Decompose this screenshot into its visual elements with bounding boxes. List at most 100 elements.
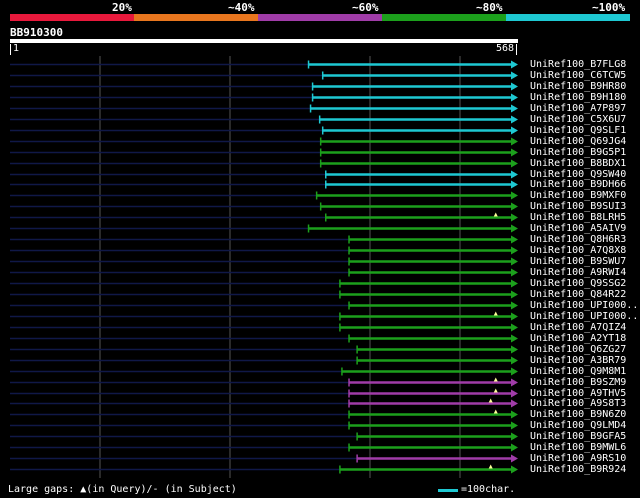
scale-key-bar [438, 489, 458, 492]
hit-label-link[interactable]: UniRef100_B9SZM9 [530, 377, 626, 388]
hit-row[interactable] [10, 356, 518, 365]
hit-label-link[interactable]: UniRef100_Q9SLF1 [530, 125, 626, 136]
query-gap-icon [493, 311, 498, 316]
hit-row[interactable] [10, 202, 518, 211]
hit-label-link[interactable]: UniRef100_C5X6U7 [530, 114, 626, 125]
hit-label-link[interactable]: UniRef100_B9R924 [530, 464, 626, 475]
hit-end-arrow-icon [511, 312, 518, 321]
hit-end-arrow-icon [511, 410, 518, 419]
hit-end-arrow-icon [511, 421, 518, 430]
hit-label-link[interactable]: UniRef100_B9H180 [530, 92, 626, 103]
hit-end-arrow-icon [511, 334, 518, 343]
hit-row[interactable] [10, 290, 518, 299]
hit-label-link[interactable]: UniRef100_Q8H6R3 [530, 234, 626, 245]
hit-end-arrow-icon [511, 399, 518, 408]
hit-row[interactable] [10, 301, 518, 310]
hit-row[interactable] [10, 464, 518, 474]
hit-row[interactable] [10, 345, 518, 354]
hit-row[interactable] [10, 235, 518, 244]
hit-label-link[interactable]: UniRef100_A9S8T3 [530, 398, 626, 409]
hit-label-link[interactable]: UniRef100_Q69JG4 [530, 136, 626, 147]
hit-end-arrow-icon [511, 137, 518, 146]
hit-label-link[interactable]: UniRef100_Q9M8M1 [530, 366, 626, 377]
in-subject-label: (in Subject) [158, 484, 237, 495]
hit-row[interactable] [10, 334, 518, 343]
query-gap-icon [488, 398, 493, 403]
hit-label-link[interactable]: UniRef100_B9GFA5 [530, 431, 626, 442]
hit-label-link[interactable]: UniRef100_A9RWI4 [530, 267, 626, 278]
hit-end-arrow-icon [511, 279, 518, 288]
hit-row[interactable] [10, 432, 518, 441]
hit-end-arrow-icon [511, 432, 518, 441]
hit-label-link[interactable]: UniRef100_C6TCW5 [530, 70, 626, 81]
hit-label-link[interactable]: UniRef100_B8LRH5 [530, 212, 626, 223]
hit-row[interactable] [10, 104, 518, 113]
hit-row[interactable] [10, 159, 518, 168]
hit-row[interactable] [10, 148, 518, 157]
hit-row[interactable] [10, 377, 518, 387]
hit-label-link[interactable]: UniRef100_A2YT18 [530, 333, 626, 344]
hit-row[interactable] [10, 82, 518, 91]
hit-row[interactable] [10, 311, 518, 321]
hit-row[interactable] [10, 421, 518, 430]
hit-label-link[interactable]: UniRef100_A7P897 [530, 103, 626, 114]
hit-row[interactable] [10, 191, 518, 200]
hit-label-link[interactable]: UniRef100_A5AIV9 [530, 223, 626, 234]
hit-end-arrow-icon [511, 378, 518, 387]
hit-row[interactable] [10, 180, 518, 189]
hit-label-link[interactable]: UniRef100_Q84R22 [530, 289, 626, 300]
hit-row[interactable] [10, 126, 518, 135]
hit-row[interactable] [10, 409, 518, 419]
hit-row[interactable] [10, 71, 518, 80]
hit-label-link[interactable]: UniRef100_B8BDX1 [530, 158, 626, 169]
hit-row[interactable] [10, 323, 518, 332]
hit-row[interactable] [10, 454, 518, 463]
hit-label-link[interactable]: UniRef100_B9MWL6 [530, 442, 626, 453]
hit-row[interactable] [10, 443, 518, 452]
hit-row[interactable] [10, 398, 518, 408]
hit-label-link[interactable]: UniRef100_B9SUI3 [530, 201, 626, 212]
hit-label-link[interactable]: UniRef100_A9RS10 [530, 453, 626, 464]
hit-end-arrow-icon [511, 290, 518, 299]
hit-label-link[interactable]: UniRef100_Q9LMD4 [530, 420, 626, 431]
hit-row[interactable] [10, 60, 518, 69]
hit-label-link[interactable]: UniRef100_B9DH66 [530, 179, 626, 190]
footer-legend: Large gaps: ▲(in Query)/- (in Subject) [8, 484, 237, 495]
hit-row[interactable] [10, 279, 518, 288]
hit-label-link[interactable]: UniRef100_UPI000.. [530, 300, 638, 311]
hit-row[interactable] [10, 268, 518, 277]
hit-end-arrow-icon [511, 93, 518, 102]
hit-end-arrow-icon [511, 213, 518, 222]
hit-label-link[interactable]: UniRef100_B9HR80 [530, 81, 626, 92]
hit-row[interactable] [10, 137, 518, 146]
hit-label-link[interactable]: UniRef100_A7QIZ4 [530, 322, 626, 333]
hit-row[interactable] [10, 115, 518, 124]
hit-row[interactable] [10, 246, 518, 255]
hit-row[interactable] [10, 212, 518, 222]
hit-row[interactable] [10, 257, 518, 266]
hit-label-link[interactable]: UniRef100_A7Q8X8 [530, 245, 626, 256]
hit-row[interactable] [10, 224, 518, 233]
hit-row[interactable] [10, 367, 518, 376]
hit-row[interactable] [10, 388, 518, 398]
hit-row[interactable] [10, 93, 518, 102]
hit-end-arrow-icon [511, 180, 518, 189]
hit-end-arrow-icon [511, 465, 518, 474]
hit-label-link[interactable]: UniRef100_B9SWU7 [530, 256, 626, 267]
hit-label-link[interactable]: UniRef100_B9G5P1 [530, 147, 626, 158]
hit-label-link[interactable]: UniRef100_B7FLG8 [530, 59, 626, 70]
hit-end-arrow-icon [511, 443, 518, 452]
hit-end-arrow-icon [511, 191, 518, 200]
hit-label-link[interactable]: UniRef100_B9MXF0 [530, 190, 626, 201]
query-gap-icon [493, 212, 498, 217]
in-query-label: (in Query)/ [86, 484, 153, 495]
blast-overview-graphic: { "legend": { "labels": ["20%", "~40%", … [0, 0, 640, 498]
hit-row[interactable] [10, 170, 518, 179]
query-gap-icon [488, 464, 493, 469]
hit-end-arrow-icon [511, 71, 518, 80]
hit-label-link[interactable]: UniRef100_Q6ZG27 [530, 344, 626, 355]
hit-label-link[interactable]: UniRef100_UPI000.. [530, 311, 638, 322]
hit-label-link[interactable]: UniRef100_Q9SSG2 [530, 278, 626, 289]
hit-label-link[interactable]: UniRef100_B9N6Z0 [530, 409, 626, 420]
hit-label-link[interactable]: UniRef100_A3BR79 [530, 355, 626, 366]
